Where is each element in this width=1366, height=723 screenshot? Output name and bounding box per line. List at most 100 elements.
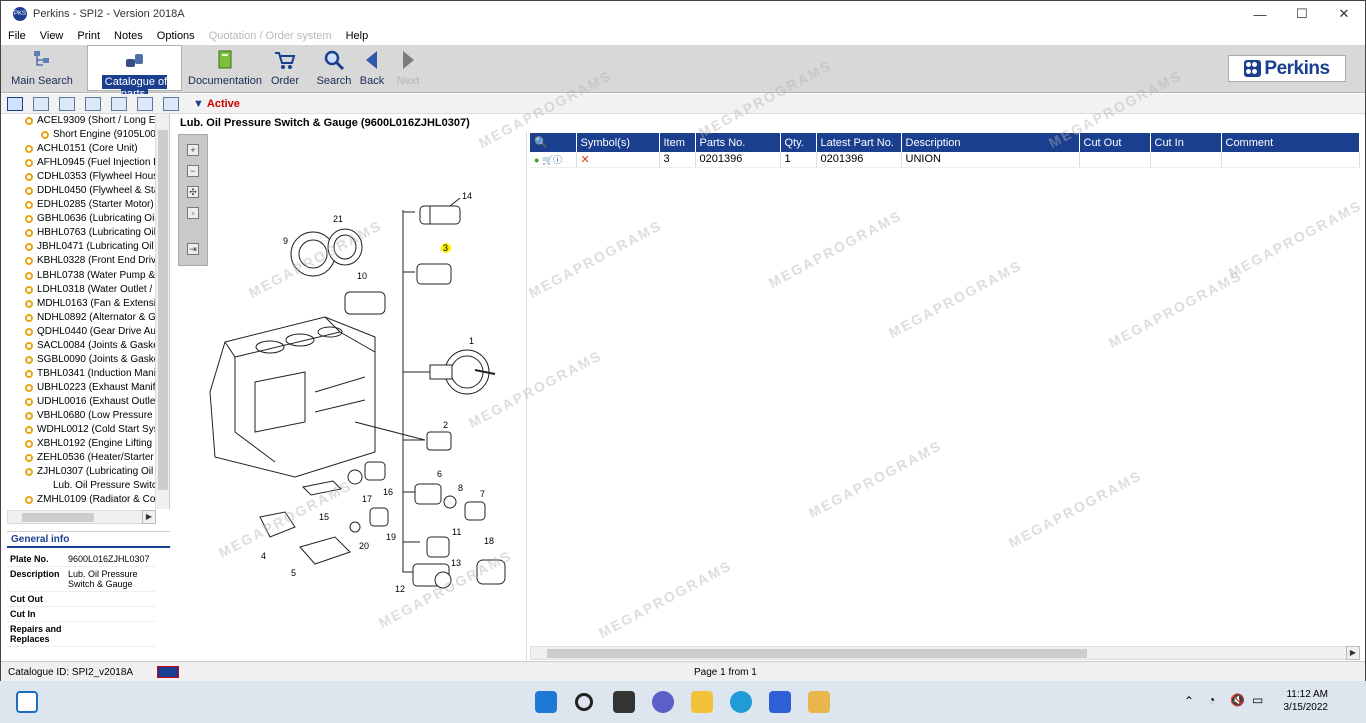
- tree-item-label: UDHL0016 (Exhaust Outlet Fl: [37, 395, 170, 407]
- battery-icon[interactable]: ▭: [1252, 693, 1263, 707]
- tree-item[interactable]: GBHL0636 (Lubricating Oil Su: [7, 212, 169, 226]
- tree-scroll-right-button[interactable]: ▶: [142, 510, 156, 524]
- item-cell: 3: [659, 152, 696, 168]
- store-icon[interactable]: [769, 691, 791, 713]
- order-button[interactable]: Order: [268, 45, 302, 91]
- tree-item[interactable]: QDHL0440 (Gear Drive Auxili: [7, 325, 169, 339]
- grid-col-symbols[interactable]: Symbol(s): [576, 133, 660, 152]
- tree-view-icon[interactable]: [7, 96, 23, 111]
- grid-col-qty[interactable]: Qty.: [780, 133, 817, 152]
- uk-flag-icon[interactable]: [157, 666, 180, 678]
- tree-item-label: LDHL0318 (Water Outlet / Inl: [37, 283, 166, 295]
- parts-no-cell: 0201396: [695, 152, 781, 168]
- documentation-button[interactable]: Documentation: [187, 45, 263, 91]
- minimize-button[interactable]: —: [1239, 1, 1281, 27]
- grid-col-latest[interactable]: Latest Part No.: [816, 133, 902, 152]
- taskbar: ⌃ ◔ 🔇 ▭ 11:12 AM 3/15/2022: [0, 681, 1366, 723]
- tree-item[interactable]: Lub. Oil Pressure Switch: [7, 479, 169, 493]
- menu-options[interactable]: Options: [157, 30, 195, 42]
- exploded-diagram[interactable]: + − ✣ ▫ ⇥ 14 21 9 3 10 1 2 6 8 7 16 17 1…: [175, 132, 527, 660]
- maximize-button[interactable]: ☐: [1281, 1, 1323, 27]
- add-icon[interactable]: ●: [534, 155, 539, 165]
- wifi-icon[interactable]: ◔: [1208, 693, 1215, 707]
- menu-notes[interactable]: Notes: [114, 30, 143, 42]
- tree-node-icon: [25, 397, 33, 406]
- tree-item[interactable]: LDHL0318 (Water Outlet / Inl: [7, 283, 169, 297]
- spi2-app-icon[interactable]: [808, 691, 830, 713]
- menu-help[interactable]: Help: [346, 30, 369, 42]
- main-search-button[interactable]: Main Search: [10, 45, 74, 91]
- cart-icon[interactable]: 🛒: [542, 155, 553, 165]
- tree-item[interactable]: ZJHL0307 (Lubricating Oil Pr: [7, 465, 169, 479]
- menu-file[interactable]: File: [8, 30, 26, 42]
- callout-17: 17: [362, 494, 372, 504]
- clock[interactable]: 11:12 AM 3/15/2022: [1284, 688, 1329, 714]
- tree-item[interactable]: ZEHL0536 (Heater/Starter Sw: [7, 451, 169, 465]
- grid-col-item[interactable]: Item: [659, 133, 696, 152]
- tree-horizontal-scrollbar[interactable]: [7, 510, 156, 524]
- tree-node-icon: [25, 271, 33, 280]
- tree-item[interactable]: TBHL0341 (Induction Manifol: [7, 367, 169, 381]
- task-switcher-icon[interactable]: [613, 691, 635, 713]
- info-icon[interactable]: [137, 96, 153, 111]
- tree-item[interactable]: UDHL0016 (Exhaust Outlet Fl: [7, 395, 169, 409]
- tree-item-label: XBHL0192 (Engine Lifting Eye: [37, 438, 170, 450]
- chat-icon[interactable]: [652, 691, 674, 713]
- active-filter[interactable]: ▼ Active: [193, 98, 240, 110]
- expand-tree-icon[interactable]: [59, 96, 75, 111]
- tree-item[interactable]: UBHL0223 (Exhaust Manifolc: [7, 381, 169, 395]
- tree-vertical-scrollbar[interactable]: [155, 114, 169, 509]
- tree-item[interactable]: ACEL9309 (Short / Long Eng: [7, 114, 169, 128]
- edge-browser-icon[interactable]: [730, 691, 752, 713]
- binoculars-icon[interactable]: [163, 96, 179, 111]
- grid-col-cut-in[interactable]: Cut In: [1150, 133, 1222, 152]
- tree-item-label: MDHL0163 (Fan & Extension: [37, 297, 168, 309]
- print-icon[interactable]: [111, 96, 127, 111]
- tree-item[interactable]: CDHL0353 (Flywheel Housing: [7, 170, 169, 184]
- grid-col-cut-out[interactable]: Cut Out: [1079, 133, 1151, 152]
- menu-bar: File View Print Notes Options Quotation …: [1, 27, 1365, 45]
- tree-item[interactable]: XBHL0192 (Engine Lifting Eye: [7, 437, 169, 451]
- tree-item[interactable]: ZMHL0109 (Radiator & Cowl: [7, 493, 169, 507]
- tree-item[interactable]: SACL0084 (Joints & Gaskets: [7, 339, 169, 353]
- tree-item[interactable]: KBHL0328 (Front End Drive I: [7, 254, 169, 268]
- file-explorer-icon[interactable]: [691, 691, 713, 713]
- grid-col-comment[interactable]: Comment: [1221, 133, 1360, 152]
- chevron-up-icon[interactable]: ⌃: [1184, 694, 1194, 708]
- close-button[interactable]: ✕: [1323, 1, 1365, 27]
- menu-print[interactable]: Print: [77, 30, 100, 42]
- tree-item[interactable]: ACHL0151 (Core Unit): [7, 142, 169, 156]
- grid-col-parts-no[interactable]: Parts No.: [695, 133, 781, 152]
- callout-7: 7: [480, 489, 485, 499]
- tree-item[interactable]: Short Engine (9105L006A: [7, 128, 169, 142]
- menu-view[interactable]: View: [40, 30, 64, 42]
- grid-horizontal-scrollbar[interactable]: [530, 646, 1360, 660]
- search-button[interactable]: Search: [316, 45, 352, 91]
- tree-item[interactable]: JBHL0471 (Lubricating Oil Filt: [7, 240, 169, 254]
- catalogue-of-parts-button[interactable]: Catalogue of parts: [87, 45, 182, 101]
- windows-start-icon[interactable]: [535, 691, 557, 713]
- grid-col-description[interactable]: Description: [901, 133, 1080, 152]
- tree-item[interactable]: VBHL0680 (Low Pressure Fue: [7, 409, 169, 423]
- grid-scroll-right-button[interactable]: ▶: [1346, 646, 1360, 660]
- volume-muted-icon[interactable]: 🔇: [1230, 693, 1245, 707]
- tree-item[interactable]: HBHL0763 (Lubricating Oil Fi: [7, 226, 169, 240]
- tree-node-icon: [25, 369, 33, 378]
- tree-item[interactable]: LBHL0738 (Water Pump & Th: [7, 269, 169, 283]
- table-row[interactable]: ● 🛒ⓘ ✕ 3 0201396 1 0201396 UNION: [530, 152, 1360, 168]
- info-icon[interactable]: ⓘ: [553, 155, 562, 165]
- grid-col-select[interactable]: 🔍: [530, 133, 577, 152]
- list-view-icon[interactable]: [33, 96, 49, 111]
- tree-item[interactable]: AFHL0945 (Fuel Injection Equ: [7, 156, 169, 170]
- tree-item[interactable]: MDHL0163 (Fan & Extension: [7, 297, 169, 311]
- tree-item[interactable]: DDHL0450 (Flywheel & Starte: [7, 184, 169, 198]
- tree-item[interactable]: WDHL0012 (Cold Start Syste: [7, 423, 169, 437]
- back-button[interactable]: Back: [359, 45, 385, 91]
- callout-8: 8: [458, 483, 463, 493]
- tree-item[interactable]: NDHL0892 (Alternator & Gen: [7, 311, 169, 325]
- tree-item[interactable]: SGBL0090 (Joints & Gaskets: [7, 353, 169, 367]
- task-view-icon[interactable]: [16, 691, 38, 713]
- collapse-up-icon[interactable]: [85, 96, 101, 111]
- tree-item[interactable]: EDHL0285 (Starter Motor): [7, 198, 169, 212]
- search-icon[interactable]: [575, 693, 593, 711]
